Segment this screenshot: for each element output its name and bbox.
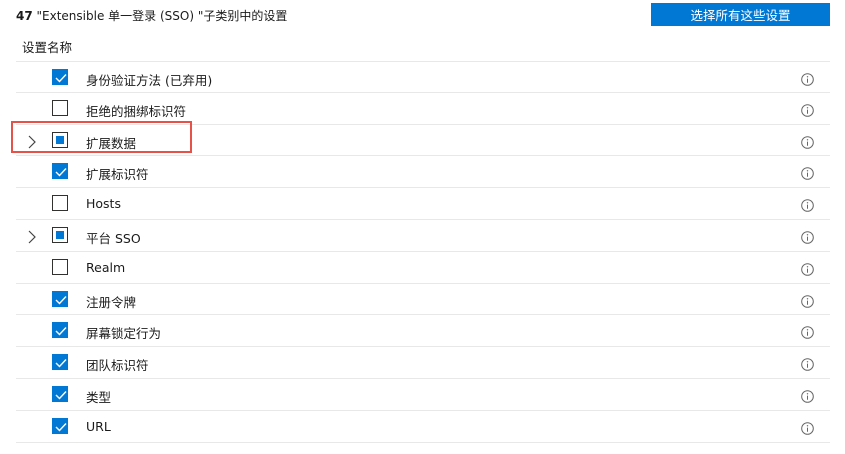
setting-label: Realm <box>86 259 126 275</box>
setting-label: 团队标识符 <box>86 358 149 374</box>
checkmark-icon <box>55 295 67 305</box>
info-icon[interactable] <box>801 102 814 117</box>
checkmark-icon <box>55 422 67 432</box>
setting-row[interactable]: 注册令牌 <box>16 284 830 316</box>
setting-row[interactable]: URL <box>16 411 830 443</box>
page-title: 47 "Extensible 单一登录 (SSO) "子类别中的设置 <box>16 7 287 24</box>
setting-checkbox[interactable] <box>52 226 68 243</box>
setting-row[interactable]: 扩展数据 <box>16 125 830 157</box>
setting-row[interactable]: 屏幕锁定行为 <box>16 315 830 348</box>
setting-checkbox[interactable] <box>52 69 68 85</box>
info-icon[interactable] <box>801 229 814 244</box>
page-title-text: "Extensible 单一登录 (SSO) "子类别中的设置 <box>32 9 288 23</box>
setting-checkbox[interactable] <box>52 417 68 434</box>
setting-checkbox[interactable] <box>52 322 68 339</box>
setting-row[interactable]: 身份验证方法 (已弃用) <box>16 61 830 93</box>
checkmark-icon <box>55 359 67 368</box>
setting-checkbox[interactable] <box>52 195 68 212</box>
setting-checkbox[interactable] <box>52 354 68 371</box>
setting-row[interactable]: 平台 SSO <box>16 220 830 252</box>
indeterminate-indicator <box>56 135 64 144</box>
info-icon[interactable] <box>801 165 814 181</box>
checkmark-icon <box>55 390 67 400</box>
setting-label: URL <box>86 418 111 434</box>
checkmark-icon <box>55 168 67 177</box>
setting-label: 拒绝的捆绑标识符 <box>86 103 187 119</box>
info-icon[interactable] <box>801 261 814 276</box>
setting-row[interactable]: 团队标识符 <box>16 347 830 379</box>
checkmark-icon <box>55 327 67 336</box>
setting-checkbox[interactable] <box>52 163 68 180</box>
info-icon[interactable] <box>801 134 814 149</box>
info-icon[interactable] <box>801 388 814 403</box>
setting-checkbox[interactable] <box>52 99 68 116</box>
setting-label: 屏幕锁定行为 <box>86 326 162 342</box>
chevron-right-icon[interactable] <box>26 229 38 244</box>
indeterminate-indicator <box>56 230 64 239</box>
settings-list: 身份验证方法 (已弃用) 拒绝的捆绑标识符 扩展数据扩展标识符 Hosts 平台 SSO… <box>16 61 830 443</box>
info-icon[interactable] <box>801 293 814 308</box>
info-icon[interactable] <box>801 71 814 86</box>
setting-checkbox[interactable] <box>52 385 68 402</box>
setting-checkbox[interactable] <box>52 131 68 148</box>
info-icon[interactable] <box>801 324 814 340</box>
setting-label: 扩展数据 <box>86 135 137 151</box>
setting-checkbox[interactable] <box>52 258 68 275</box>
setting-label: 类型 <box>86 389 112 405</box>
setting-row[interactable]: Realm <box>16 252 830 284</box>
setting-label: 平台 SSO <box>86 230 141 246</box>
info-icon[interactable] <box>801 420 814 435</box>
setting-checkbox[interactable] <box>52 290 68 307</box>
select-all-settings-button[interactable]: 选择所有这些设置 <box>651 3 830 26</box>
checkmark-icon <box>55 74 67 83</box>
setting-row[interactable]: 拒绝的捆绑标识符 <box>16 93 830 125</box>
info-icon[interactable] <box>801 197 814 212</box>
setting-label: 注册令牌 <box>86 294 137 310</box>
setting-label: 身份验证方法 (已弃用) <box>86 73 213 88</box>
setting-row[interactable]: 类型 <box>16 379 830 411</box>
settings-count: 47 <box>16 9 33 23</box>
setting-label: Hosts <box>86 196 121 212</box>
info-icon[interactable] <box>801 356 814 371</box>
setting-row[interactable]: Hosts <box>16 188 830 220</box>
setting-label: 扩展标识符 <box>86 167 149 183</box>
column-header-setting-name: 设置名称 <box>22 40 73 55</box>
setting-row[interactable]: 扩展标识符 <box>16 156 830 189</box>
chevron-right-icon[interactable] <box>26 134 38 149</box>
